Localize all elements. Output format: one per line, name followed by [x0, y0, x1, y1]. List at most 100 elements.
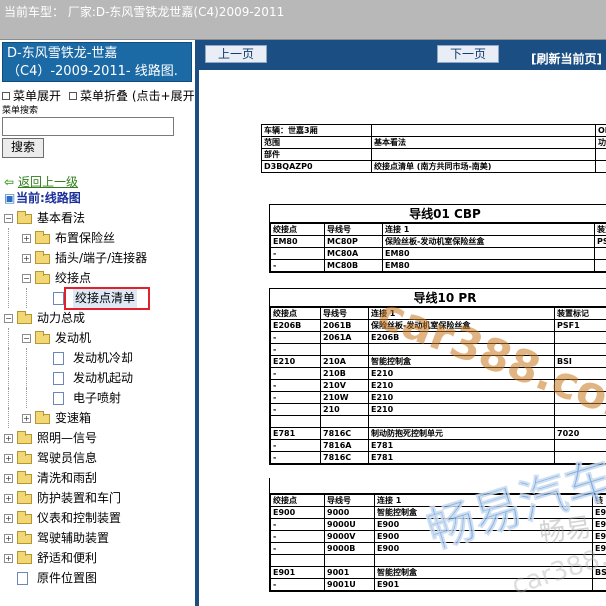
panel-title: D-东风雪铁龙-世嘉（C4）-2009-2011- 线路图. [2, 42, 192, 82]
tree-folder-item[interactable]: + 照明—信号 [0, 428, 195, 448]
table-cell: E210 [368, 379, 555, 392]
table-cell: 7816C [320, 427, 369, 440]
table-cell: - [270, 331, 321, 344]
document-sheet: 车辆：世嘉3厢OF范围基本看法功能部件D3BQAZP0绞接点清单 (南方共同市场… [261, 124, 606, 173]
table-cell [595, 148, 606, 161]
table-cell: E210 [368, 367, 555, 380]
expand-toggle-icon[interactable]: + [22, 414, 31, 423]
table-cell: E9 [592, 518, 606, 531]
tree-folder-item[interactable]: + 清洗和雨刮 [0, 468, 195, 488]
tree-folder-item[interactable]: + 插头/端子/连接器 [0, 248, 195, 268]
table-cell: 连接 1 [374, 494, 593, 507]
table-row: EM80MC80P保险丝板-发动机室保险丝盒PSF [270, 235, 606, 248]
expand-toggle-icon[interactable]: + [22, 254, 31, 263]
collapse-toggle-icon[interactable]: − [4, 214, 13, 223]
back-link[interactable]: ⇦ 返回上一级 [0, 174, 195, 190]
expand-toggle-icon[interactable]: + [4, 454, 13, 463]
search-button[interactable]: 搜索 [2, 138, 44, 158]
table-cell: 2061A [320, 331, 369, 344]
tree-folder-item[interactable]: + 仪表和控制装置 [0, 508, 195, 528]
table-cell: 范围 [261, 136, 372, 149]
collapse-all-icon[interactable] [69, 92, 78, 100]
table-cell: - [270, 403, 321, 416]
table-row: -210W E210 [270, 391, 606, 404]
table-cell: 保险丝板-发动机室保险丝盒 [368, 319, 555, 332]
table-row: -9000U E900 E9 [270, 518, 606, 531]
tree-folder-item[interactable]: − 基本看法 [0, 208, 195, 228]
document-icon [17, 572, 28, 585]
collapse-toggle-icon[interactable]: − [22, 274, 31, 283]
table-cell: 2061B [320, 319, 369, 332]
table-cell [324, 554, 375, 567]
document-icon [53, 352, 64, 365]
tree-folder-item[interactable]: + 驾驶员信息 [0, 448, 195, 468]
table-row: -210B E210 [270, 367, 606, 380]
table-row: -2061A E206B [270, 331, 606, 344]
expand-toggle-icon[interactable]: + [4, 494, 13, 503]
refresh-page-button[interactable]: [刷新当前页] [531, 50, 602, 67]
expand-toggle-icon[interactable]: + [4, 554, 13, 563]
table-cell: 连接 1 [368, 307, 555, 320]
tree-folder-item[interactable]: + 驾驶辅助装置 [0, 528, 195, 548]
document-icon [53, 292, 64, 305]
tree-folder-item[interactable]: − 发动机 [0, 328, 195, 348]
tree-folder-item[interactable]: − 绞接点 [0, 268, 195, 288]
menu-operations: 菜单展开 菜单折叠 (点击+展开...) [0, 88, 195, 104]
table-cell [320, 343, 369, 356]
table-cell [554, 403, 606, 416]
expand-all-icon[interactable] [2, 92, 10, 100]
tree-item-label: 电子喷射 [73, 391, 122, 405]
table-cell: 功能 [595, 136, 606, 149]
menu-expand-link[interactable]: 菜单展开 [13, 89, 61, 103]
left-panel: D-东风雪铁龙-世嘉（C4）-2009-2011- 线路图. 菜单展开 菜单折叠 … [0, 40, 195, 606]
table-cell: MC80B [324, 259, 383, 272]
table-cell: - [270, 530, 325, 543]
collapse-toggle-icon[interactable]: − [22, 334, 31, 343]
menu-collapse-link[interactable]: 菜单折叠 (点击+展开...) [80, 89, 195, 103]
tree-folder-item[interactable]: + 变速箱 [0, 408, 195, 428]
tree-doc-item[interactable]: 电子喷射 [0, 388, 195, 408]
prev-page-button[interactable]: 上一页 [205, 45, 267, 63]
table-cell: 210B [320, 367, 369, 380]
section-third: 绞接点 导线号 连接 1 装 E900 9000 智能控制盒 E9-9000U E900 E9-9… [269, 478, 606, 592]
next-page-button[interactable]: 下一页 [437, 45, 499, 63]
table-cell: - [270, 343, 321, 356]
folder-icon [35, 231, 50, 244]
tree-doc-item[interactable]: 发动机冷却 [0, 348, 195, 368]
folder-icon [17, 511, 32, 524]
tree-doc-item[interactable]: 原件位置图 [0, 568, 195, 588]
table-cell: E781 [368, 439, 555, 452]
table-row: -7816C E781 [270, 451, 606, 464]
tree-guide-line [26, 288, 27, 308]
table-cell: E901 [374, 578, 593, 591]
table-row: - MC80B EM80 [270, 259, 606, 272]
table-cell [554, 439, 606, 452]
expand-toggle-icon[interactable]: + [4, 474, 13, 483]
expand-toggle-icon[interactable]: + [4, 534, 13, 543]
folder-icon [17, 431, 32, 444]
table-cell: E900 [374, 518, 593, 531]
table-cell: 保险丝板-发动机室保险丝盒 [382, 235, 595, 248]
collapse-toggle-icon[interactable]: − [4, 314, 13, 323]
expand-toggle-icon[interactable]: + [22, 234, 31, 243]
folder-icon [17, 551, 32, 564]
expand-toggle-icon[interactable]: + [4, 434, 13, 443]
tree-folder-item[interactable]: + 舒适和便利 [0, 548, 195, 568]
tree-folder-item[interactable]: + 布置保险丝 [0, 228, 195, 248]
tree-folder-item[interactable]: + 防护装置和车门 [0, 488, 195, 508]
table-cell: 基本看法 [371, 136, 596, 149]
expand-toggle-icon[interactable]: + [4, 514, 13, 523]
tree-guide-line [8, 348, 9, 368]
tree-doc-item[interactable]: 发动机起动 [0, 368, 195, 388]
table-cell: 导线号 [324, 494, 375, 507]
table-cell: BSI [554, 355, 606, 368]
section-title: 导线01 CBP [270, 205, 606, 223]
folder-icon [17, 311, 32, 324]
table-cell: PSF [594, 235, 606, 248]
table-cell: EM80 [382, 259, 595, 272]
table-cell: 连接 1 [382, 223, 595, 236]
tree-guide-line [26, 388, 27, 408]
document-view[interactable]: 车辆：世嘉3厢OF范围基本看法功能部件D3BQAZP0绞接点清单 (南方共同市场… [199, 70, 606, 606]
tree-folder-item[interactable]: − 动力总成 [0, 308, 195, 328]
search-input[interactable] [2, 117, 174, 136]
